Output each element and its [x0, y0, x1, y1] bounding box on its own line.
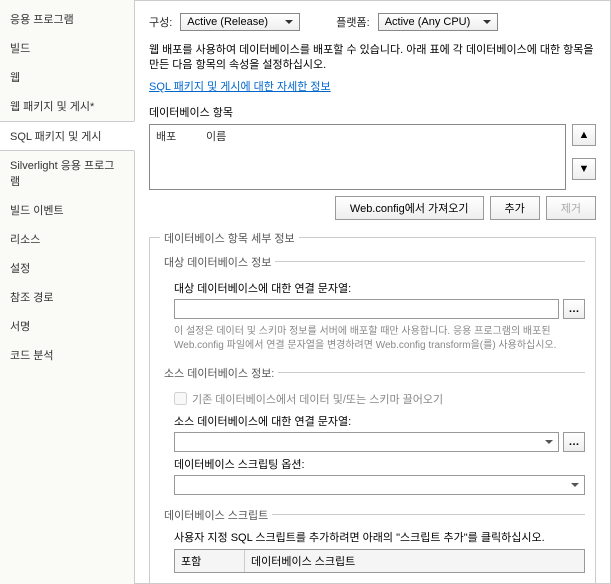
remove-button[interactable]: 제거	[546, 196, 596, 220]
sidebar-item-signing[interactable]: 서명	[0, 312, 134, 341]
pull-schema-checkbox[interactable]	[174, 392, 187, 405]
sidebar-item-resources[interactable]: 리소스	[0, 225, 134, 254]
details-fieldset: 데이터베이스 항목 세부 정보 대상 데이터베이스 정보 대상 데이터베이스에 …	[149, 230, 596, 584]
target-conn-browse-button[interactable]: …	[563, 299, 585, 319]
db-scripts-legend: 데이터베이스 스크립트	[160, 507, 272, 523]
sidebar-item-reference-paths[interactable]: 참조 경로	[0, 283, 134, 312]
target-db-legend: 대상 데이터베이스 정보	[160, 254, 275, 270]
config-dropdown[interactable]: Active (Release)	[180, 13, 300, 31]
import-webconfig-button[interactable]: Web.config에서 가져오기	[335, 196, 484, 220]
source-db-fieldset: 소스 데이터베이스 정보: 기존 데이터베이스에서 데이터 및/또는 스키마 끌…	[160, 365, 585, 503]
target-hint: 이 설정은 데이터 및 스키마 정보를 서버에 배포할 때만 사용합니다. 응용…	[174, 325, 585, 353]
scripts-table[interactable]: 포함 데이터베이스 스크립트	[174, 549, 585, 573]
db-items-list[interactable]: 배포 이름	[149, 124, 566, 190]
move-down-button[interactable]: ▼	[572, 158, 596, 180]
script-options-label: 데이터베이스 스크립팅 옵션:	[174, 456, 585, 472]
db-scripts-fieldset: 데이터베이스 스크립트 사용자 지정 SQL 스크립트를 추가하려면 아래의 "…	[160, 507, 585, 581]
platform-label: 플랫폼:	[336, 14, 369, 30]
col-deploy: 배포	[156, 128, 206, 144]
sidebar: 응용 프로그램 빌드 웹 웹 패키지 및 게시* SQL 패키지 및 게시 Si…	[0, 0, 135, 584]
scripts-hint: 사용자 지정 SQL 스크립트를 추가하려면 아래의 "스크립트 추가"를 클릭…	[174, 529, 585, 545]
sidebar-item-web[interactable]: 웹	[0, 63, 134, 92]
source-conn-label: 소스 데이터베이스에 대한 연결 문자열:	[174, 413, 585, 429]
arrow-down-icon: ▼	[579, 163, 590, 175]
source-conn-input[interactable]	[174, 432, 559, 452]
arrow-up-icon: ▲	[579, 129, 590, 141]
col-name: 이름	[206, 128, 226, 144]
platform-dropdown[interactable]: Active (Any CPU)	[378, 13, 498, 31]
source-db-legend: 소스 데이터베이스 정보:	[160, 365, 278, 381]
col-include: 포함	[175, 550, 245, 572]
main-panel: 구성: Active (Release) 플랫폼: Active (Any CP…	[135, 0, 611, 584]
sidebar-item-silverlight[interactable]: Silverlight 응용 프로그램	[0, 151, 134, 196]
source-conn-browse-button[interactable]: …	[563, 432, 585, 452]
script-options-dropdown[interactable]	[174, 475, 585, 495]
description-text: 웹 배포를 사용하여 데이터베이스를 배포할 수 있습니다. 아래 표에 각 데…	[149, 43, 596, 74]
sidebar-item-build-events[interactable]: 빌드 이벤트	[0, 196, 134, 225]
add-button[interactable]: 추가	[490, 196, 540, 220]
pull-schema-label: 기존 데이터베이스에서 데이터 및/또는 스키마 끌어오기	[192, 391, 443, 407]
sidebar-item-sql-package[interactable]: SQL 패키지 및 게시	[0, 121, 135, 151]
db-items-title: 데이터베이스 항목	[149, 104, 596, 120]
sidebar-item-settings[interactable]: 설정	[0, 254, 134, 283]
config-label: 구성:	[149, 14, 172, 30]
col-script: 데이터베이스 스크립트	[245, 550, 584, 572]
target-db-fieldset: 대상 데이터베이스 정보 대상 데이터베이스에 대한 연결 문자열: … 이 설…	[160, 254, 585, 361]
sidebar-item-build[interactable]: 빌드	[0, 34, 134, 63]
sidebar-item-code-analysis[interactable]: 코드 분석	[0, 341, 134, 370]
target-conn-input[interactable]	[174, 299, 559, 319]
details-legend: 데이터베이스 항목 세부 정보	[160, 230, 299, 246]
sidebar-item-web-package[interactable]: 웹 패키지 및 게시*	[0, 92, 134, 121]
sidebar-item-application[interactable]: 응용 프로그램	[0, 5, 134, 34]
target-conn-label: 대상 데이터베이스에 대한 연결 문자열:	[174, 280, 585, 296]
more-info-link[interactable]: SQL 패키지 및 게시에 대한 자세한 정보	[149, 78, 331, 94]
move-up-button[interactable]: ▲	[572, 124, 596, 146]
